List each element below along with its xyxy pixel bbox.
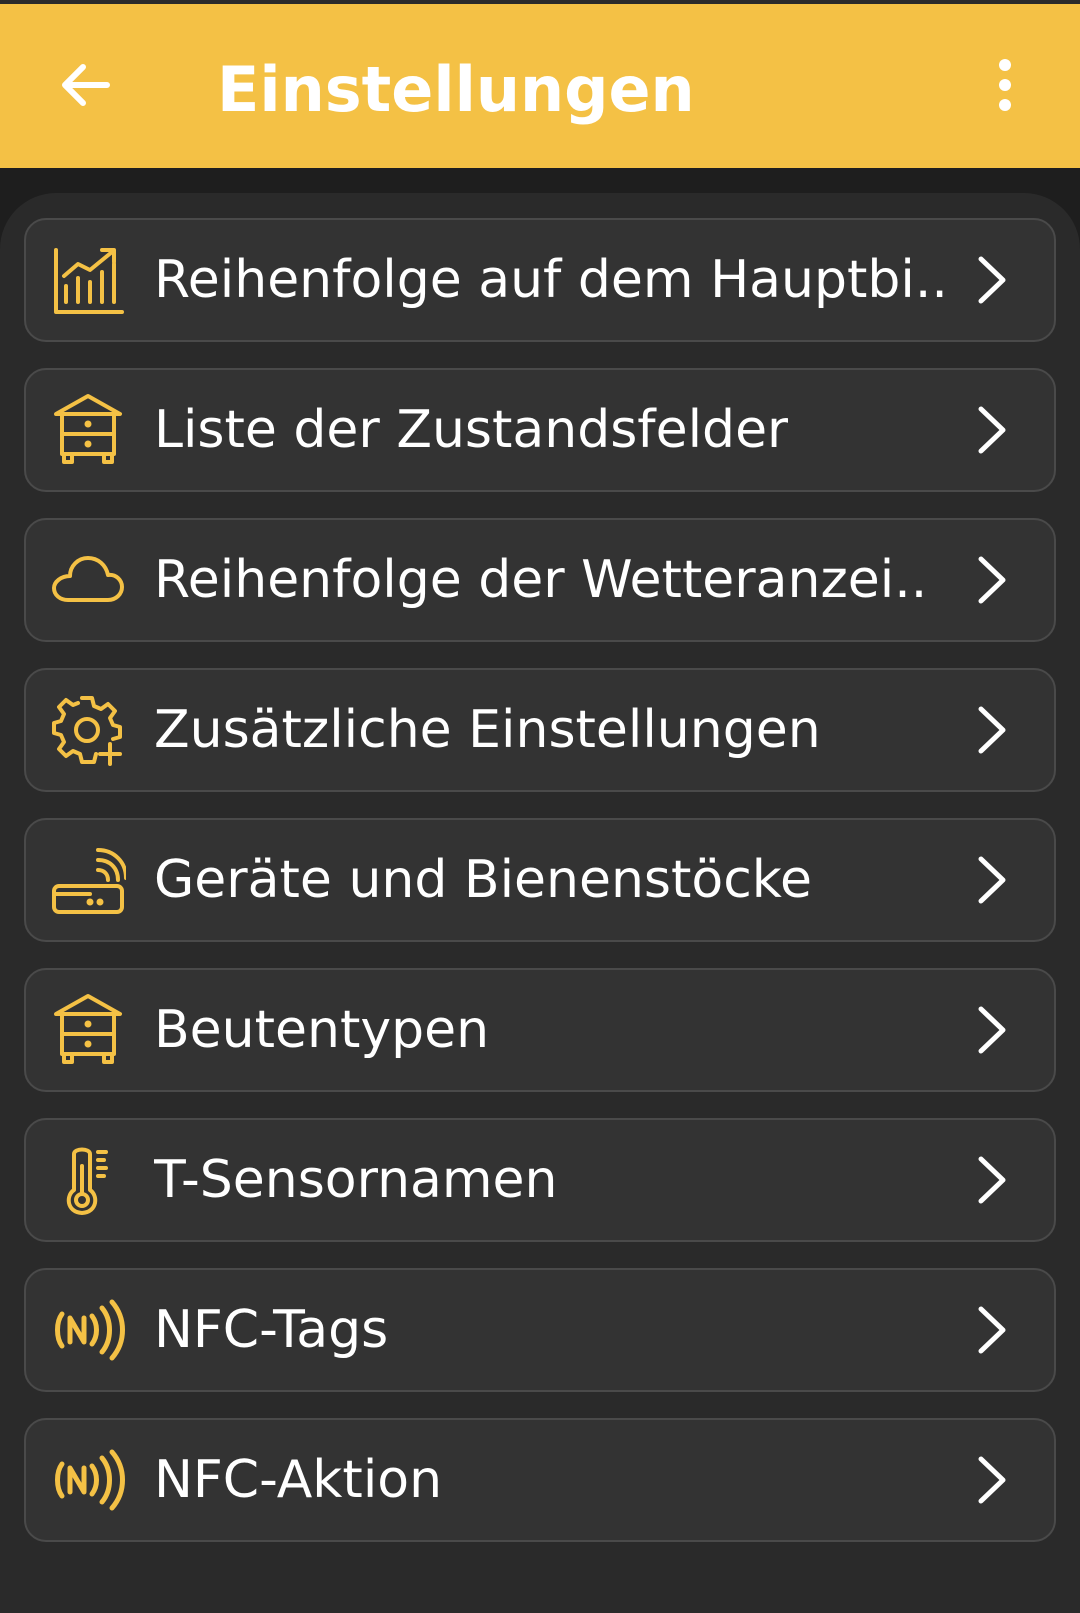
thermometer-icon bbox=[50, 1142, 126, 1218]
more-vertical-icon bbox=[999, 59, 1011, 111]
chevron-right-icon bbox=[972, 402, 1012, 458]
beehive-icon bbox=[50, 392, 126, 468]
settings-item-weather-order[interactable]: Reihenfolge der Wetteranzei.. bbox=[24, 518, 1056, 642]
gear-plus-icon bbox=[50, 692, 126, 768]
chevron-right-icon bbox=[972, 702, 1012, 758]
settings-item-label: Beutentypen bbox=[154, 1000, 490, 1060]
page-title: Einstellungen bbox=[217, 53, 695, 126]
router-wifi-icon bbox=[50, 842, 126, 918]
settings-item-label: Reihenfolge der Wetteranzei.. bbox=[154, 550, 928, 610]
chevron-right-icon bbox=[972, 1152, 1012, 1208]
settings-item-nfc-tags[interactable]: NFC-Tags bbox=[24, 1268, 1056, 1392]
settings-item-label: Geräte und Bienenstöcke bbox=[154, 850, 813, 910]
back-button[interactable] bbox=[40, 40, 130, 130]
settings-item-label: NFC-Tags bbox=[154, 1300, 389, 1360]
settings-item-label: NFC-Aktion bbox=[154, 1450, 443, 1510]
settings-item-label: Reihenfolge auf dem Hauptbi.. bbox=[154, 250, 944, 310]
settings-item-nfc-action[interactable]: NFC-Aktion bbox=[24, 1418, 1056, 1542]
chevron-right-icon bbox=[972, 552, 1012, 608]
chevron-right-icon bbox=[972, 1002, 1012, 1058]
settings-item-main-screen-order[interactable]: Reihenfolge auf dem Hauptbi.. bbox=[24, 218, 1056, 342]
settings-item-additional-settings[interactable]: Zusätzliche Einstellungen bbox=[24, 668, 1056, 792]
settings-list: Reihenfolge auf dem Hauptbi.. Liste der … bbox=[24, 218, 1056, 1568]
cloud-icon bbox=[50, 542, 126, 618]
app-bar: Einstellungen bbox=[0, 0, 1080, 168]
chevron-right-icon bbox=[972, 1452, 1012, 1508]
settings-item-hive-types[interactable]: Beutentypen bbox=[24, 968, 1056, 1092]
more-options-button[interactable] bbox=[970, 40, 1040, 130]
nfc-icon bbox=[50, 1292, 126, 1368]
nfc-icon bbox=[50, 1442, 126, 1518]
settings-item-label: Zusätzliche Einstellungen bbox=[154, 700, 821, 760]
settings-item-devices-hives[interactable]: Geräte und Bienenstöcke bbox=[24, 818, 1056, 942]
chart-growth-icon bbox=[50, 242, 126, 318]
chevron-right-icon bbox=[972, 1302, 1012, 1358]
chevron-right-icon bbox=[972, 852, 1012, 908]
beehive-icon bbox=[50, 992, 126, 1068]
arrow-left-icon bbox=[62, 64, 110, 106]
chevron-right-icon bbox=[972, 252, 1012, 308]
settings-item-label: Liste der Zustandsfelder bbox=[154, 400, 789, 460]
settings-item-label: T-Sensornamen bbox=[154, 1150, 558, 1210]
settings-item-state-fields[interactable]: Liste der Zustandsfelder bbox=[24, 368, 1056, 492]
settings-item-t-sensor-names[interactable]: T-Sensornamen bbox=[24, 1118, 1056, 1242]
